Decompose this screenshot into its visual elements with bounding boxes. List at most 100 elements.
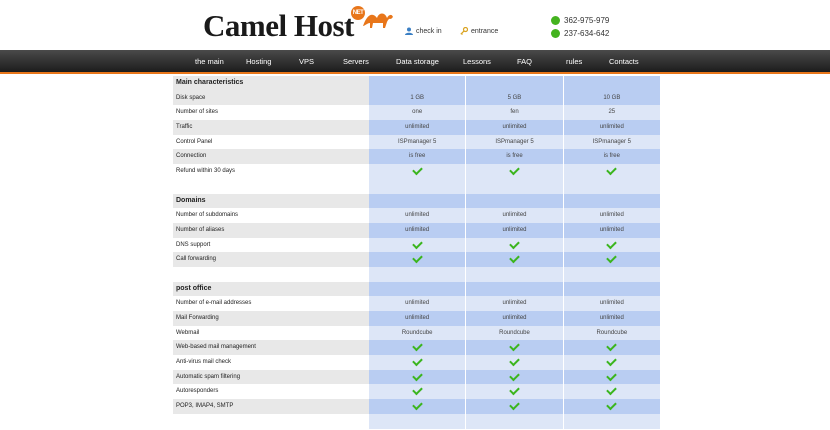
check-icon <box>509 385 520 396</box>
feature-cell <box>562 369 660 385</box>
site-header: Camel Host NET check in entrance 362-975… <box>0 0 830 50</box>
value-cell <box>369 413 466 429</box>
feature-label: DNS support <box>173 237 369 253</box>
nav-item-contacts[interactable]: Contacts <box>609 57 639 66</box>
feature-cell <box>369 164 466 179</box>
value-cell: unlimited <box>369 296 466 311</box>
nav-item-hosting[interactable]: Hosting <box>246 57 271 66</box>
value-cell: Roundcube <box>465 325 563 341</box>
feature-label: Webmail <box>173 325 369 341</box>
feature-cell <box>369 340 466 356</box>
value-cell <box>465 193 563 209</box>
value-cell <box>369 178 466 194</box>
value-cell <box>465 178 563 194</box>
value-cell: 5 GB <box>465 90 563 106</box>
comparison-table: Main characteristics Disk space 1 GB 5 GB 10… <box>173 76 660 429</box>
table-row: Number of subdomains unlimited unlimited un… <box>173 208 660 223</box>
check-icon <box>606 164 618 176</box>
checkin-link[interactable]: check in <box>405 27 442 35</box>
table-row: Call forwarding <box>173 252 660 267</box>
value-cell: unlimited <box>465 120 563 135</box>
nav-item-vps[interactable]: VPS <box>299 57 314 66</box>
value-cell: unlimited <box>465 222 563 238</box>
check-icon <box>411 385 423 396</box>
section-heading-row: Domains <box>173 193 660 209</box>
check-icon <box>509 238 520 249</box>
value-cell: unlimited <box>369 222 466 238</box>
feature-label: Anti-virus mail check <box>173 355 369 370</box>
table-row: Number of aliases unlimited unlimited unlim… <box>173 222 660 238</box>
section-heading: Domains <box>173 193 369 209</box>
value-cell <box>562 178 660 194</box>
entrance-label: entrance <box>471 27 499 35</box>
value-cell: unlimited <box>465 296 563 311</box>
feature-label: Call forwarding <box>173 252 369 267</box>
phone-icon <box>551 16 560 25</box>
feature-cell <box>465 252 563 267</box>
feature-label: Refund within 30 days <box>173 164 369 179</box>
value-cell: unlimited <box>369 120 466 135</box>
value-cell: 25 <box>562 105 660 121</box>
feature-cell <box>562 237 660 253</box>
check-icon <box>411 370 423 382</box>
value-cell: 1 GB <box>369 90 466 106</box>
value-cell: Roundcube <box>369 325 466 341</box>
feature-cell <box>369 384 466 400</box>
feature-label: Number of sites <box>173 105 369 121</box>
value-cell: unlimited <box>562 311 660 326</box>
table-row: Traffic unlimited unlimited unlimited <box>173 120 660 135</box>
feature-cell <box>562 384 660 400</box>
check-icon <box>509 399 520 411</box>
check-icon <box>606 399 618 411</box>
value-cell: Roundcube <box>562 325 660 341</box>
logo-badge: NET <box>351 6 365 20</box>
table-row: Number of sites one fen 25 <box>173 105 660 121</box>
value-cell: unlimited <box>562 222 660 238</box>
table-row: Control Panel ISPmanager 5 ISPmanager 5 ISP… <box>173 134 660 150</box>
feature-cell <box>465 399 563 414</box>
feature-cell <box>562 399 660 414</box>
value-cell <box>562 193 660 209</box>
nav-item-main[interactable]: the main <box>195 57 224 66</box>
check-icon <box>411 399 423 411</box>
logo[interactable]: Camel Host NET <box>203 6 395 44</box>
check-icon <box>411 252 423 264</box>
table-row: Webmail Roundcube Roundcube Roundcube <box>173 325 660 341</box>
feature-cell <box>369 369 466 385</box>
value-cell <box>562 76 660 91</box>
nav-item-faq[interactable]: FAQ <box>517 57 532 66</box>
check-icon <box>509 370 520 382</box>
nav-item-lessons[interactable]: Lessons <box>463 57 491 66</box>
nav-item-data-storage[interactable]: Data storage <box>396 57 439 66</box>
feature-label: Automatic spam filtering <box>173 369 369 385</box>
value-cell <box>562 281 660 297</box>
value-cell: ISPmanager 5 <box>562 134 660 150</box>
value-cell <box>465 76 563 91</box>
nav-item-rules[interactable]: rules <box>566 57 582 66</box>
spacer-row <box>173 413 660 429</box>
user-icon <box>405 27 413 35</box>
value-cell: 10 GB <box>562 90 660 106</box>
feature-cell <box>562 252 660 267</box>
value-cell: ISPmanager 5 <box>465 134 563 150</box>
section-heading-row: post office <box>173 281 660 297</box>
check-icon <box>411 341 423 352</box>
logo-text: Camel Host <box>203 8 354 43</box>
feature-cell <box>465 164 563 179</box>
check-icon <box>606 355 618 367</box>
value-cell: one <box>369 105 466 121</box>
table-row: Refund within 30 days <box>173 164 660 179</box>
value-cell: is free <box>562 149 660 165</box>
feature-cell <box>465 369 563 385</box>
feature-cell <box>369 252 466 267</box>
feature-cell <box>562 355 660 370</box>
feature-label: POP3, IMAP4, SMTP <box>173 399 369 414</box>
nav-item-servers[interactable]: Servers <box>343 57 369 66</box>
entrance-link[interactable]: entrance <box>460 26 499 35</box>
phone-2: 237-634-642 <box>551 29 609 38</box>
value-cell <box>465 281 563 297</box>
value-cell <box>369 266 466 282</box>
table-row: Mail Forwarding unlimited unlimited unlimit… <box>173 311 660 326</box>
checkin-label: check in <box>416 27 442 35</box>
value-cell: fen <box>465 105 563 121</box>
